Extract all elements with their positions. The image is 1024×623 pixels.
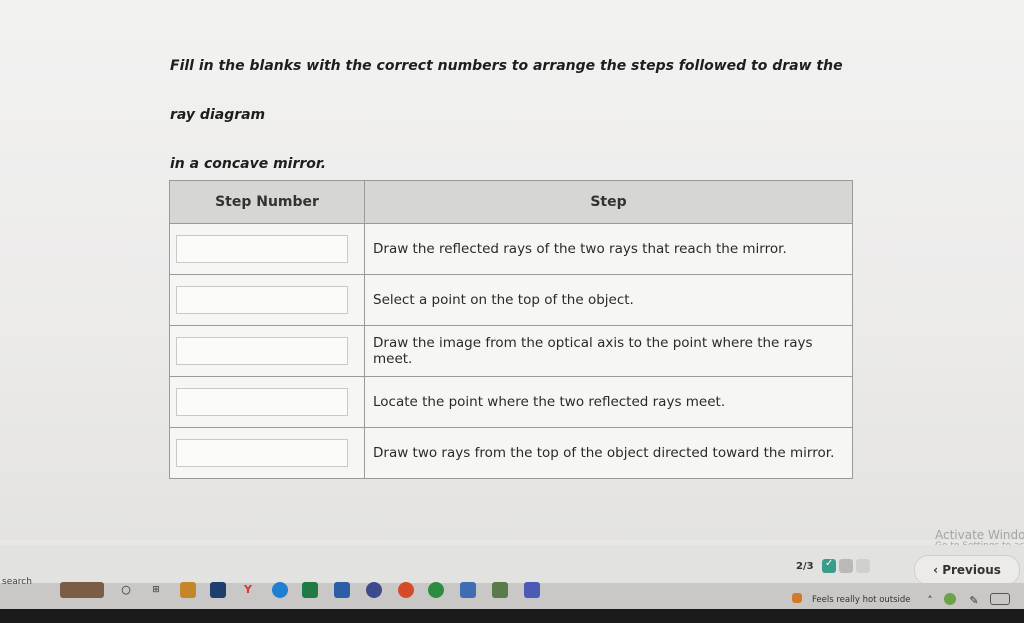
- step-text: Select a point on the top of the object.: [364, 274, 853, 326]
- question-line-1: Fill in the blanks with the correct numb…: [170, 58, 843, 123]
- app-icon[interactable]: [460, 582, 476, 598]
- excel-icon[interactable]: [302, 582, 318, 598]
- page-indicator: 2/3: [796, 561, 814, 572]
- weather-status[interactable]: Feels really hot outside: [812, 595, 911, 605]
- weather-icon[interactable]: [792, 593, 802, 603]
- widgets-icon[interactable]: ⊞: [148, 582, 164, 598]
- pen-icon[interactable]: ✎: [966, 593, 982, 609]
- header-step: Step: [364, 180, 853, 224]
- step-number-input-1[interactable]: [176, 235, 348, 263]
- header-step-number: Step Number: [169, 180, 365, 224]
- word-icon[interactable]: [334, 582, 350, 598]
- taskbar-bottom-edge: [0, 609, 1024, 623]
- progress-dot[interactable]: [839, 559, 853, 573]
- step-number-input-3[interactable]: [176, 337, 348, 365]
- keyboard-icon[interactable]: [990, 593, 1010, 605]
- chevron-left-icon: ‹: [933, 563, 939, 577]
- step-text: Locate the point where the two reflected…: [364, 376, 853, 428]
- chevron-up-icon[interactable]: ˄: [922, 593, 938, 609]
- app-icon[interactable]: [210, 582, 226, 598]
- app-tray-icon[interactable]: [944, 593, 956, 605]
- progress-dot-complete[interactable]: [822, 558, 836, 573]
- step-number-input-5[interactable]: [176, 439, 348, 467]
- content-page: Fill in the blanks with the correct numb…: [0, 0, 1024, 540]
- table-header-row: Step Number Step: [169, 180, 853, 224]
- app-icon[interactable]: [180, 582, 196, 598]
- table-row: Select a point on the top of the object.: [169, 274, 853, 326]
- watermark-line-1: Activate Windo: [935, 528, 1024, 542]
- taskbar-search[interactable]: search: [2, 577, 32, 587]
- step-text: Draw the reflected rays of the two rays …: [364, 223, 853, 275]
- table-row: Locate the point where the two reflected…: [169, 376, 853, 428]
- app-icon[interactable]: [492, 582, 508, 598]
- app-icon[interactable]: [366, 582, 382, 598]
- progress-dot[interactable]: [856, 559, 870, 573]
- task-view-icon[interactable]: ○: [118, 582, 134, 598]
- question-text: Fill in the blanks with the correct numb…: [170, 42, 870, 189]
- table-row: Draw the image from the optical axis to …: [169, 325, 853, 377]
- step-text: Draw the image from the optical axis to …: [364, 325, 853, 377]
- steps-table: Step Number Step Draw the reflected rays…: [169, 180, 853, 479]
- teams-icon[interactable]: [524, 582, 540, 598]
- step-text: Draw two rays from the top of the object…: [364, 427, 853, 479]
- table-row: Draw two rays from the top of the object…: [169, 427, 853, 479]
- step-number-input-4[interactable]: [176, 388, 348, 416]
- step-number-input-2[interactable]: [176, 286, 348, 314]
- table-row: Draw the reflected rays of the two rays …: [169, 223, 853, 275]
- chrome-icon[interactable]: [428, 582, 444, 598]
- previous-button[interactable]: ‹ Previous: [914, 555, 1020, 585]
- office-icon[interactable]: [398, 582, 414, 598]
- wallpaper-thumbnail-icon[interactable]: [60, 582, 104, 598]
- yahoo-icon[interactable]: Y: [240, 582, 256, 598]
- edge-icon[interactable]: [272, 582, 288, 598]
- previous-label: Previous: [942, 563, 1001, 577]
- question-nav-bar: 2/3 ‹ Previous: [0, 545, 1024, 585]
